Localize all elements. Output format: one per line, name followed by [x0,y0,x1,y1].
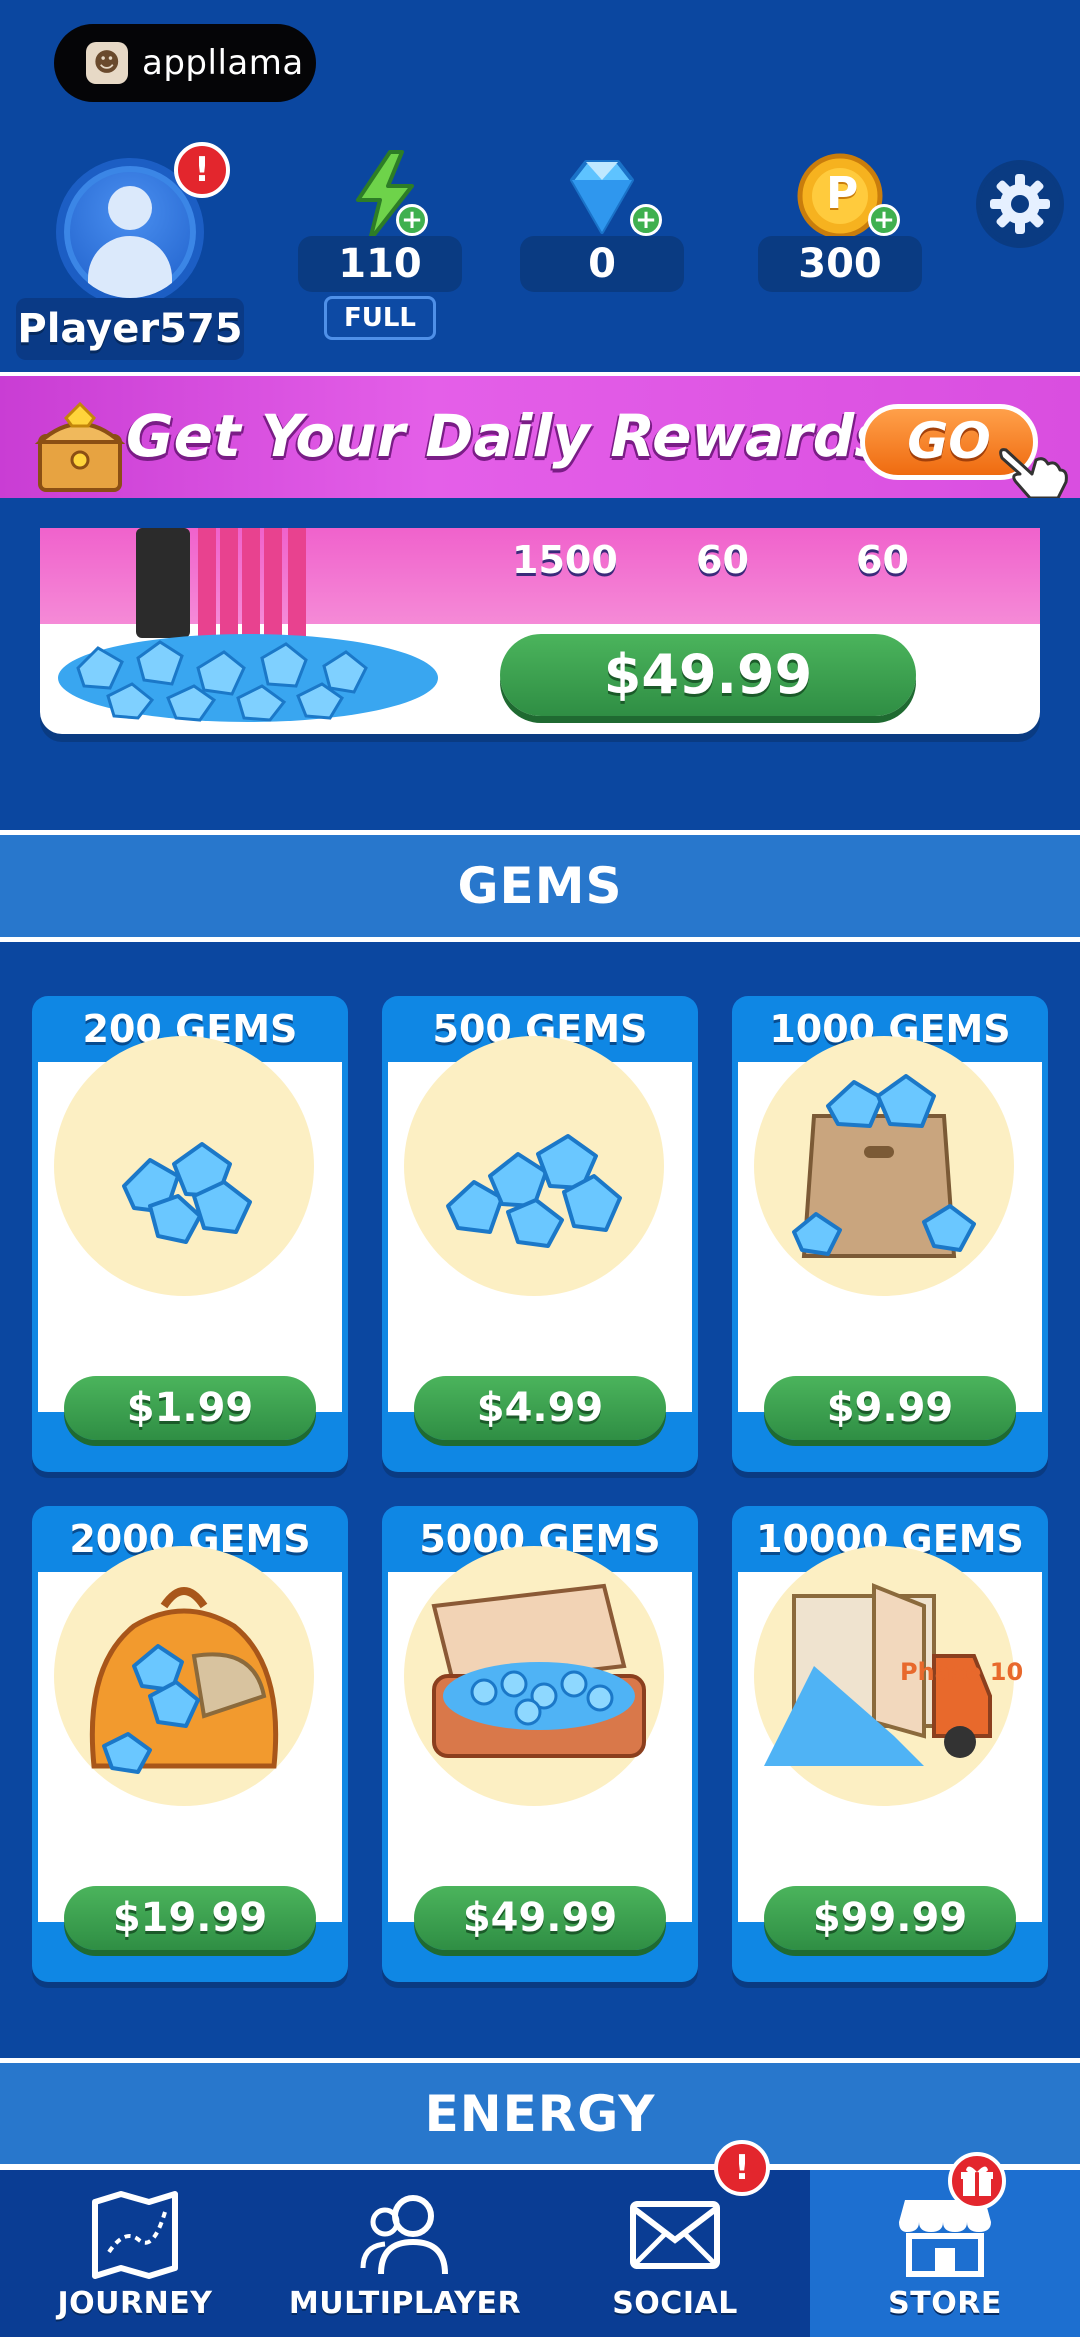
gem-pack-card[interactable]: 2000 GEMS $19.99 [32,1506,348,1982]
gem-pile-with-cards-image [58,528,438,722]
gem-pack-card[interactable]: 5000 GEMS $49.99 [382,1506,698,1982]
medium-gem-pile-icon [446,1134,622,1248]
offer-item2-count: 60 [696,538,749,582]
avatar-body [88,236,172,298]
gem-pack-card[interactable]: 200 GEMS $1.99 [32,996,348,1472]
gem-pack-card[interactable]: 10000 GEMS Phase 10 $99.99 [732,1506,1048,1982]
gem-pack-price-button[interactable]: $49.99 [414,1886,666,1950]
social-alert-badge: ! [714,2140,770,2196]
energy-count: 110 [298,236,462,292]
energy-full-badge: FULL [324,296,436,340]
coins-count: 300 [758,236,922,292]
bottom-nav: JOURNEY MULTIPLAYER SOCIAL ! STORE [0,2140,1080,2337]
avatar-head [108,186,152,230]
section-header-energy: ENERGY [0,2058,1080,2170]
gem-backpack-icon [89,1587,279,1774]
llama-icon: ☻ [86,42,128,84]
offer-gems-count: 1500 [512,538,618,582]
nav-store[interactable]: STORE [810,2152,1080,2337]
gem-pack-price-button[interactable]: $99.99 [764,1886,1016,1950]
truck-label: Phase 10 [900,1658,1024,1686]
map-icon [92,2191,178,2279]
pointing-hand-icon [999,448,1068,498]
offer-item3-count: 60 [856,538,909,582]
section-header-gems: GEMS [0,830,1080,942]
gift-icon [948,2152,1006,2210]
gem-pack-card[interactable]: 500 GEMS $4.99 [382,996,698,1472]
offer-price-button[interactable]: $49.99 [500,634,916,716]
treasure-chest-icon [34,401,126,492]
banner-title: Get Your Daily Rewards [126,402,889,470]
mail-icon [630,2201,720,2269]
gem-pack-price-button[interactable]: $9.99 [764,1376,1016,1440]
player-name[interactable]: Player575 [16,298,244,360]
nav-social-label: SOCIAL [612,2286,738,2321]
coins-plus-icon[interactable]: + [868,204,900,236]
gem-bag-icon [792,1074,976,1258]
nav-multiplayer-label: MULTIPLAYER [288,2286,522,2321]
small-gem-pile-icon [122,1142,252,1244]
users-icon [360,2195,448,2275]
nav-journey[interactable]: JOURNEY [0,2170,270,2337]
nav-social[interactable]: SOCIAL ! [540,2140,810,2337]
gem-pack-price-button[interactable]: $4.99 [414,1376,666,1440]
gem-suitcase-icon [431,1583,646,1758]
profile-alert-badge: ! [174,142,230,198]
gems-plus-icon[interactable]: + [630,204,662,236]
appllama-overlay: ☻ appllama [54,24,316,102]
gem-pack-card[interactable]: 1000 GEMS $9.99 [732,996,1048,1472]
nav-journey-label: JOURNEY [57,2286,213,2321]
gems-count: 0 [520,236,684,292]
gem-pack-price-button[interactable]: $1.99 [64,1376,316,1440]
nav-multiplayer[interactable]: MULTIPLAYER [270,2170,540,2337]
nav-store-label: STORE [888,2286,1002,2321]
gem-pack-price-button[interactable]: $19.99 [64,1886,316,1950]
gear-icon[interactable] [976,160,1064,248]
appllama-brand: appllama [142,43,304,83]
energy-plus-icon[interactable]: + [396,204,428,236]
daily-rewards-banner[interactable]: Get Your Daily Rewards GO [0,372,1080,498]
coin-letter: P [826,168,859,219]
